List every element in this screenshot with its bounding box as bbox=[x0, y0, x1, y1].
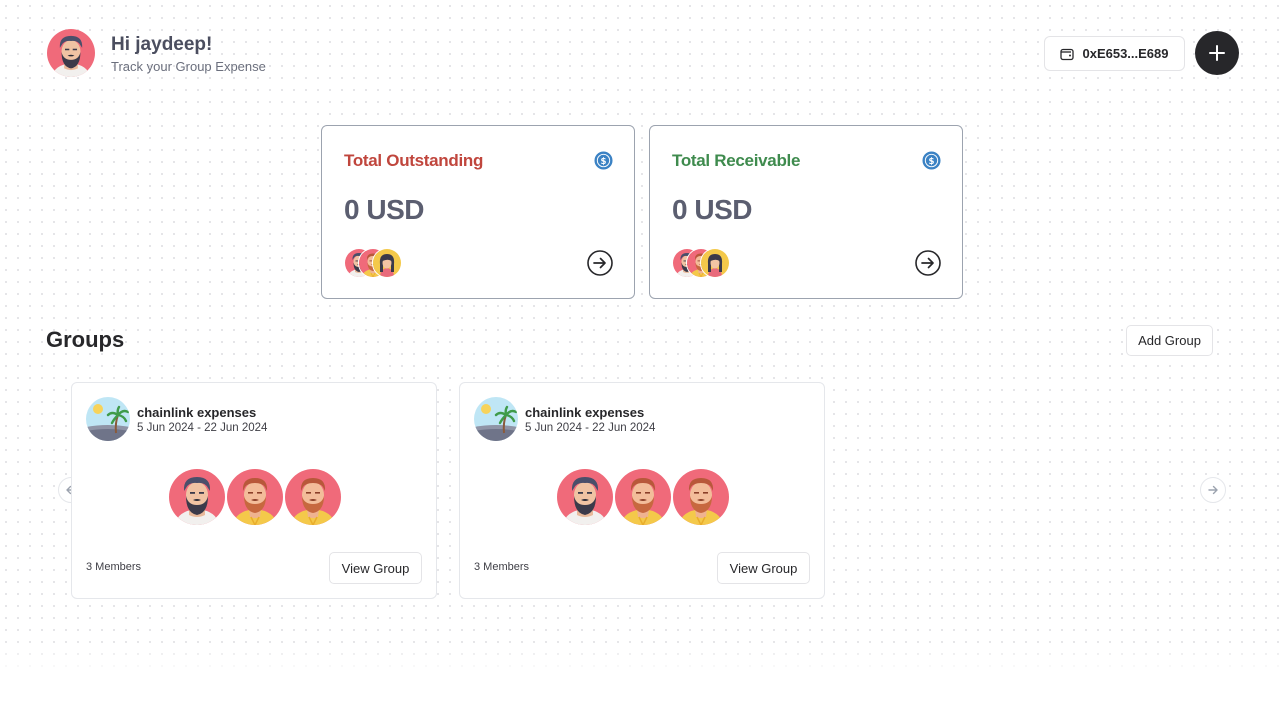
total-receivable-title: Total Receivable bbox=[672, 151, 801, 170]
group-thumbnail bbox=[86, 397, 130, 441]
group-member-count: 3 Members bbox=[474, 561, 530, 573]
greeting-subtitle: Track your Group Expense bbox=[111, 59, 266, 74]
wallet-address: 0xE653...E689 bbox=[1082, 46, 1169, 61]
total-receivable-card: Total Receivable 0 USD bbox=[649, 125, 963, 299]
view-group-button[interactable]: View Group bbox=[717, 552, 810, 584]
usdc-coin-icon bbox=[594, 151, 613, 170]
view-group-button[interactable]: View Group bbox=[329, 552, 422, 584]
group-name: chainlink expenses bbox=[525, 405, 645, 420]
avatar bbox=[285, 469, 341, 525]
avatar bbox=[169, 469, 225, 525]
arrow-right-icon bbox=[1208, 485, 1218, 495]
avatar bbox=[372, 248, 402, 278]
bearded-man-avatar-icon bbox=[47, 29, 95, 77]
arrow-right-circle-icon[interactable] bbox=[915, 250, 941, 276]
add-expense-button[interactable] bbox=[1195, 31, 1239, 75]
avatar bbox=[615, 469, 671, 525]
group-card: chainlink expenses 5 Jun 2024 - 22 Jun 2… bbox=[459, 382, 825, 599]
usdc-coin-icon bbox=[922, 151, 941, 170]
plus-icon bbox=[1209, 45, 1225, 61]
user-avatar[interactable] bbox=[47, 29, 95, 77]
group-dates: 5 Jun 2024 - 22 Jun 2024 bbox=[137, 422, 268, 434]
wallet-icon bbox=[1060, 48, 1075, 60]
beach-palm-icon bbox=[86, 397, 130, 441]
arrow-right-circle-icon[interactable] bbox=[587, 250, 613, 276]
avatar bbox=[227, 469, 283, 525]
groups-heading: Groups bbox=[46, 327, 125, 352]
avatar bbox=[557, 469, 613, 525]
group-member-count: 3 Members bbox=[86, 561, 142, 573]
total-outstanding-amount: 0 USD bbox=[344, 194, 424, 225]
group-dates: 5 Jun 2024 - 22 Jun 2024 bbox=[525, 422, 656, 434]
carousel-next-button[interactable] bbox=[1200, 477, 1226, 503]
beach-palm-icon bbox=[474, 397, 518, 441]
avatar bbox=[700, 248, 730, 278]
greeting-heading: Hi jaydeep! bbox=[111, 34, 213, 55]
group-member-avatars bbox=[557, 469, 729, 525]
total-outstanding-card: Total Outstanding 0 USD bbox=[321, 125, 635, 299]
member-avatar-stack bbox=[344, 248, 424, 278]
group-member-avatars bbox=[169, 469, 341, 525]
add-group-button[interactable]: Add Group bbox=[1126, 325, 1213, 356]
group-thumbnail bbox=[474, 397, 518, 441]
avatar bbox=[673, 469, 729, 525]
wallet-address-button[interactable]: 0xE653...E689 bbox=[1044, 36, 1185, 71]
member-avatar-stack bbox=[672, 248, 752, 278]
total-receivable-amount: 0 USD bbox=[672, 194, 752, 225]
group-card: chainlink expenses 5 Jun 2024 - 22 Jun 2… bbox=[71, 382, 437, 599]
background-fade bbox=[0, 640, 1280, 728]
group-name: chainlink expenses bbox=[137, 405, 257, 420]
total-outstanding-title: Total Outstanding bbox=[344, 151, 484, 170]
